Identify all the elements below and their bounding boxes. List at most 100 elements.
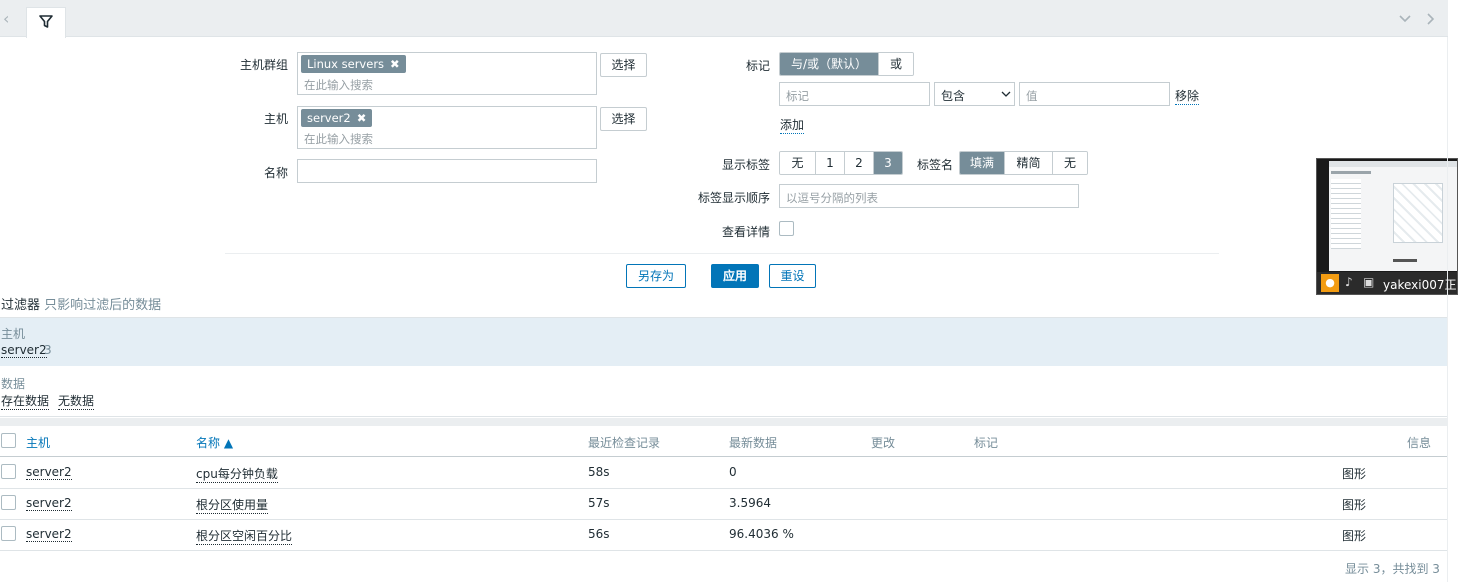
tag-display-priority-input[interactable]: 以逗号分隔的列表: [779, 184, 1079, 208]
tag-name-input[interactable]: 标记: [779, 82, 930, 106]
show-tags-toggle[interactable]: 无 1 2 3: [779, 151, 903, 175]
row-last-value: 96.4036 %: [729, 527, 794, 541]
row-host-link[interactable]: server2: [26, 527, 72, 542]
summary-host-count: 3: [44, 343, 52, 357]
tag-value-input[interactable]: 值: [1019, 82, 1170, 106]
tab-filter[interactable]: [26, 7, 66, 38]
chip-remove-icon[interactable]: ✖: [390, 57, 400, 71]
row-divider: [0, 488, 1448, 489]
column-header-info: 信息: [1407, 436, 1432, 450]
tag-name-full[interactable]: 填满: [960, 152, 1005, 174]
column-header-tags: 标记: [974, 436, 999, 450]
tags-label: 标记: [745, 59, 770, 73]
tag-condition-value: 包含: [941, 89, 966, 103]
column-header-last-value: 最新数据: [729, 436, 778, 450]
save-as-button[interactable]: 另存为: [626, 264, 686, 288]
screen-share-thumbnail[interactable]: ● ♪ ▣ yakexi007正在: [1316, 158, 1458, 295]
row-checkbox[interactable]: [1, 464, 16, 479]
row-last-value: 3.5964: [729, 496, 771, 510]
chevron-right-icon[interactable]: [1426, 12, 1436, 26]
tag-name-toggle[interactable]: 填满 精简 无: [959, 151, 1088, 175]
show-details-checkbox[interactable]: [779, 221, 794, 236]
hosts-label: 主机: [263, 112, 288, 126]
column-header-last-check: 最近检查记录: [588, 436, 661, 450]
filter-tab-bar: ‹: [0, 0, 1448, 38]
show-tags-3[interactable]: 3: [874, 152, 902, 174]
select-all-checkbox[interactable]: [1, 433, 16, 448]
tag-name-label: 标签名: [916, 158, 953, 172]
chevron-left-icon[interactable]: ‹: [3, 11, 9, 27]
filter-summary-title: 过滤器 只影响过滤后的数据: [1, 294, 161, 313]
tag-display-priority-label: 标签显示顺序: [697, 191, 770, 205]
section-gap: [0, 418, 1448, 426]
tag-name-none[interactable]: 无: [1053, 152, 1087, 174]
row-host-link[interactable]: server2: [26, 465, 72, 480]
chip-remove-icon[interactable]: ✖: [357, 111, 367, 125]
summary-with-data-link[interactable]: 存在数据: [1, 392, 50, 410]
form-divider: [225, 253, 1219, 254]
tag-condition-select[interactable]: 包含: [934, 82, 1015, 106]
reset-button[interactable]: 重设: [769, 264, 816, 288]
table-footer-count: 显示 3，共找到 3: [1345, 562, 1440, 576]
hosts-select-button[interactable]: 选择: [600, 107, 647, 131]
hosts-search-placeholder[interactable]: 在此输入搜索: [304, 131, 373, 147]
header-divider: [0, 456, 1448, 457]
show-tags-2[interactable]: 2: [845, 152, 874, 174]
filter-summary-subtitle: 只影响过滤后的数据: [44, 298, 162, 313]
row-item-name[interactable]: cpu每分钟负载: [196, 465, 278, 483]
summary-host-label: 主机: [1, 327, 26, 341]
tag-name-short[interactable]: 精简: [1005, 152, 1053, 174]
apply-button[interactable]: 应用: [711, 264, 759, 288]
name-label: 名称: [263, 166, 288, 180]
row-graph-link[interactable]: 图形: [1342, 465, 1366, 482]
row-last-check: 56s: [588, 527, 610, 541]
row-last-value: 0: [729, 465, 737, 479]
summary-without-data-link[interactable]: 无数据: [58, 392, 95, 410]
screen-icon[interactable]: ▣: [1363, 275, 1374, 289]
chevron-down-icon: [1001, 91, 1011, 97]
summary-host-link[interactable]: server2: [1, 343, 47, 358]
microphone-icon[interactable]: ♪: [1345, 275, 1353, 289]
tag-value-placeholder: 值: [1026, 89, 1038, 103]
row-last-check: 57s: [588, 496, 610, 510]
host-group-chip: Linux servers ✖: [301, 55, 406, 73]
column-header-name[interactable]: 名称 ▲: [196, 434, 233, 451]
host-groups-label: 主机群组: [239, 58, 288, 72]
show-tags-none[interactable]: 无: [780, 152, 816, 174]
row-checkbox[interactable]: [1, 495, 16, 510]
column-header-host[interactable]: 主机: [26, 434, 50, 451]
host-chip-label: server2: [307, 111, 351, 125]
host-groups-multiselect[interactable]: Linux servers ✖ 在此输入搜索: [297, 52, 597, 95]
row-item-name[interactable]: 根分区使用量: [196, 496, 269, 514]
tag-display-priority-placeholder: 以逗号分隔的列表: [786, 191, 878, 205]
screen-share-bar: ● ♪ ▣ yakexi007正在: [1317, 272, 1457, 294]
hosts-multiselect[interactable]: server2 ✖ 在此输入搜索: [297, 106, 597, 149]
row-graph-link[interactable]: 图形: [1342, 496, 1366, 513]
row-divider: [0, 550, 1448, 551]
filter-host-summary: 主机 server2 3: [0, 317, 1448, 366]
row-item-name[interactable]: 根分区空闲百分比: [196, 527, 293, 545]
shared-screen-preview: [1329, 161, 1457, 271]
show-tags-label: 显示标签: [721, 158, 770, 172]
tags-operator-toggle[interactable]: 与/或（默认） 或: [779, 52, 914, 76]
row-divider: [0, 519, 1448, 520]
row-graph-link[interactable]: 图形: [1342, 527, 1366, 544]
summary-data-label: 数据: [1, 377, 26, 391]
user-icon: ●: [1321, 274, 1339, 292]
host-groups-search-placeholder[interactable]: 在此输入搜索: [304, 77, 373, 93]
show-details-label: 查看详情: [721, 225, 770, 239]
tag-name-placeholder: 标记: [786, 89, 809, 103]
tag-add-link[interactable]: 添加: [780, 116, 805, 134]
scrollbar-track[interactable]: [1447, 37, 1448, 582]
show-tags-1[interactable]: 1: [816, 152, 845, 174]
column-header-change: 更改: [871, 436, 896, 450]
chevron-down-icon[interactable]: [1398, 14, 1412, 24]
tag-remove-link[interactable]: 移除: [1175, 87, 1200, 105]
row-checkbox[interactable]: [1, 526, 16, 541]
tags-operator-and-or[interactable]: 与/或（默认）: [780, 53, 879, 75]
filter-data-summary: 数据 存在数据 无数据: [0, 366, 1448, 417]
name-input[interactable]: [297, 159, 597, 183]
row-host-link[interactable]: server2: [26, 496, 72, 511]
tags-operator-or[interactable]: 或: [879, 53, 913, 75]
host-groups-select-button[interactable]: 选择: [600, 53, 647, 77]
